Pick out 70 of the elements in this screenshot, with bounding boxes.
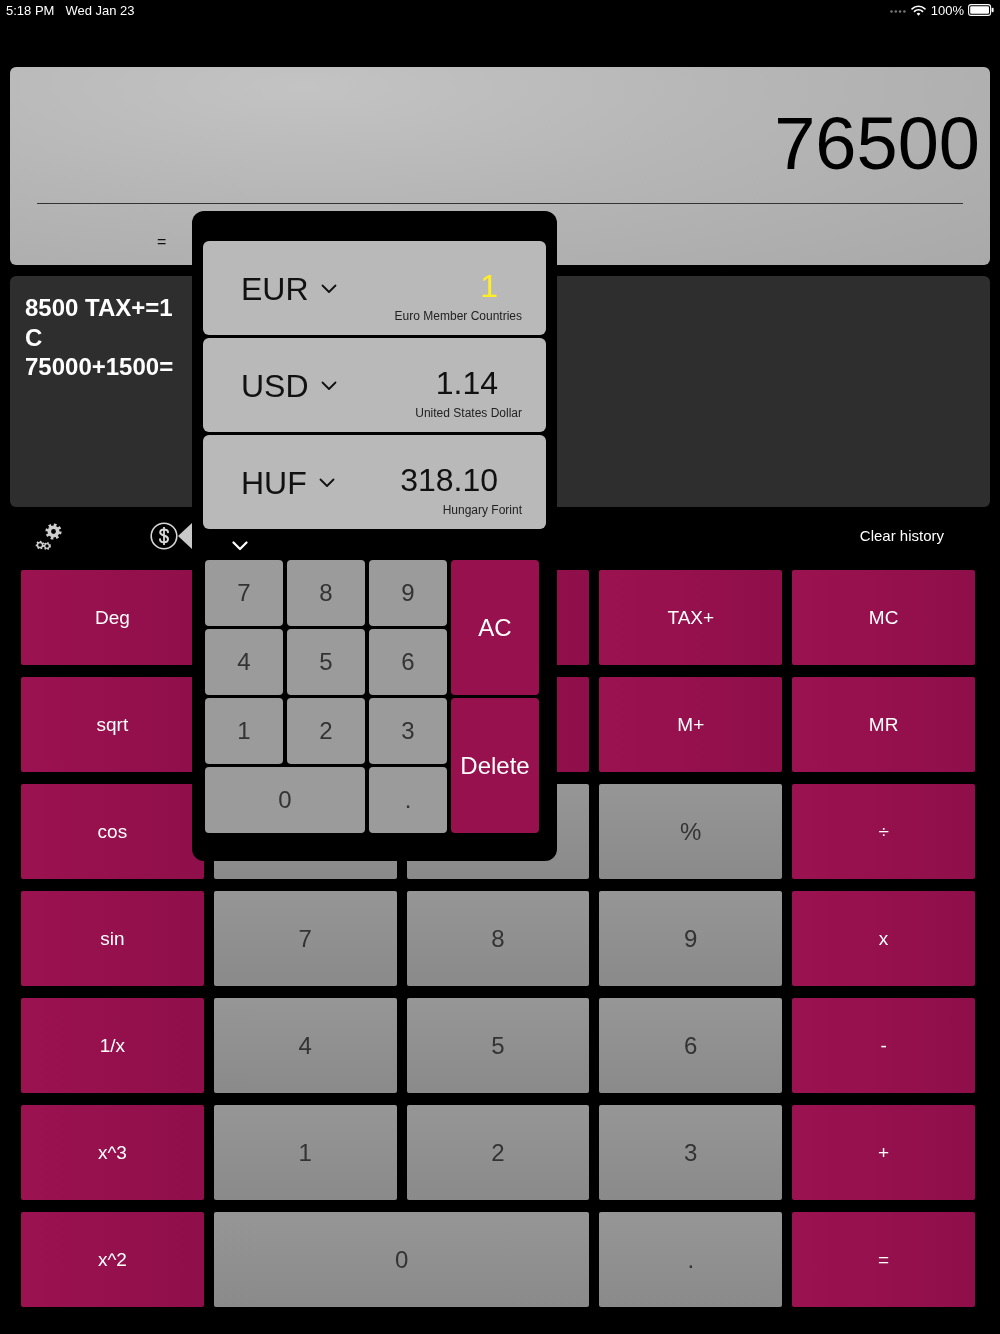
- battery-icon: [968, 4, 994, 16]
- history-line: 8500 TAX+=1: [25, 293, 173, 323]
- calculator-key[interactable]: sin: [21, 891, 204, 986]
- calculator-key[interactable]: +: [792, 1105, 975, 1200]
- currency-name: United States Dollar: [415, 405, 522, 421]
- converter-key[interactable]: 8: [287, 560, 365, 626]
- calculator-key[interactable]: 6: [599, 998, 783, 1093]
- calculator-key[interactable]: 4: [213, 998, 397, 1093]
- calculator-key[interactable]: 8: [406, 891, 590, 986]
- calculator-key[interactable]: 1: [213, 1105, 397, 1200]
- calculator-key[interactable]: MC: [792, 570, 975, 665]
- history-line: 75000+1500=: [25, 352, 174, 382]
- status-time: 5:18 PM: [6, 2, 55, 18]
- history-line: C: [25, 322, 43, 352]
- chevron-down-icon[interactable]: [232, 541, 248, 551]
- converter-key[interactable]: 3: [369, 698, 447, 764]
- status-date: Wed Jan 23: [65, 2, 135, 18]
- converter-key[interactable]: 7: [205, 560, 283, 626]
- calculator-key[interactable]: =: [792, 1212, 975, 1307]
- calculator-key[interactable]: 9: [599, 891, 783, 986]
- clear-history-button[interactable]: Clear history: [855, 525, 948, 546]
- converter-key[interactable]: 5: [287, 629, 365, 695]
- currency-dropdown[interactable]: HUF: [241, 464, 335, 502]
- calculator-key[interactable]: M+: [599, 677, 783, 772]
- converter-key[interactable]: 9: [369, 560, 447, 626]
- currency-name: Hungary Forint: [442, 502, 522, 518]
- calculator-key[interactable]: TAX+: [599, 570, 783, 665]
- currency-amount: 1: [480, 267, 498, 305]
- gears-icon[interactable]: [35, 521, 63, 550]
- chevron-down-icon: [318, 478, 335, 488]
- battery-percentage: 100%: [930, 2, 964, 18]
- calculator-key[interactable]: %: [599, 784, 783, 879]
- calculator-key[interactable]: .: [599, 1212, 783, 1307]
- calculator-key[interactable]: 0: [213, 1212, 590, 1307]
- expression-text: =: [157, 233, 167, 250]
- currency-dropdown[interactable]: EUR: [241, 270, 337, 308]
- calculator-key[interactable]: 1/x: [21, 998, 204, 1093]
- calculator-key[interactable]: 5: [406, 998, 590, 1093]
- currency-dropdown[interactable]: USD: [241, 367, 337, 405]
- calculator-key[interactable]: MR: [792, 677, 975, 772]
- wifi-icon: [910, 4, 926, 16]
- converter-key[interactable]: AC: [451, 560, 539, 695]
- currency-name: Euro Member Countries: [394, 308, 522, 324]
- converter-key[interactable]: 6: [369, 629, 447, 695]
- converter-key[interactable]: 0: [205, 767, 365, 833]
- dollar-circle-icon[interactable]: [150, 521, 178, 550]
- result-value: 76500: [774, 107, 980, 181]
- chevron-down-icon: [320, 381, 337, 391]
- calculator-key[interactable]: x: [792, 891, 975, 986]
- calculator-key[interactable]: ÷: [792, 784, 975, 879]
- calculator-key[interactable]: x^2: [21, 1212, 204, 1307]
- triangle-pointer-icon: [178, 522, 192, 549]
- signal-dots-icon: [889, 10, 906, 13]
- converter-key[interactable]: 4: [205, 629, 283, 695]
- chevron-down-icon: [320, 284, 337, 294]
- converter-key[interactable]: Delete: [451, 698, 539, 833]
- currency-card[interactable]: EUR 1 Euro Member Countries: [203, 241, 546, 335]
- calculator-key[interactable]: 2: [406, 1105, 590, 1200]
- calculator-key[interactable]: cos: [21, 784, 204, 879]
- calculator-key[interactable]: -: [792, 998, 975, 1093]
- currency-card[interactable]: HUF 318.10 Hungary Forint: [203, 435, 546, 529]
- currency-amount: 318.10: [400, 461, 498, 499]
- currency-amount: 1.14: [435, 364, 498, 402]
- converter-key[interactable]: .: [369, 767, 447, 833]
- calculator-key[interactable]: 3: [599, 1105, 783, 1200]
- currency-card[interactable]: USD 1.14 United States Dollar: [203, 338, 546, 432]
- converter-key[interactable]: 2: [287, 698, 365, 764]
- calculator-key[interactable]: x^3: [21, 1105, 204, 1200]
- calculator-key[interactable]: 7: [213, 891, 397, 986]
- converter-key[interactable]: 1: [205, 698, 283, 764]
